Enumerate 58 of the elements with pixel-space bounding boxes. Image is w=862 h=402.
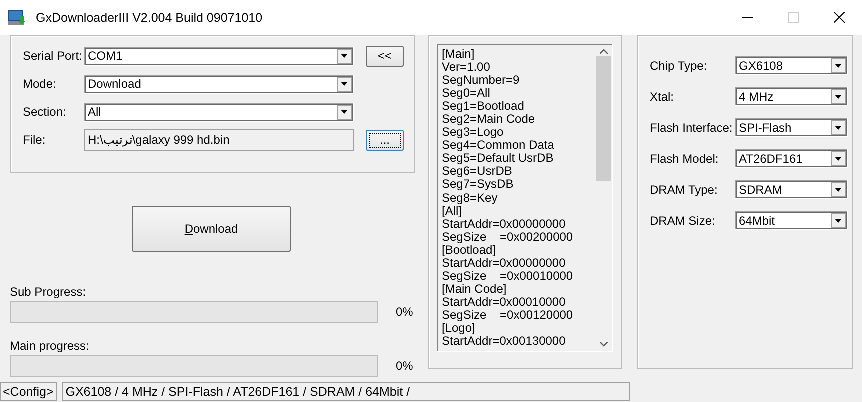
field-label: Xtal:	[650, 90, 676, 104]
config-line: StartAddr=0x00000000	[442, 218, 566, 231]
config-line: Seg0=All	[442, 87, 490, 100]
config-line: StartAddr=0x00130000	[442, 335, 566, 348]
config-line: Seg8=Key	[442, 192, 498, 205]
dropdown-field[interactable]: 64Mbit	[735, 211, 848, 230]
config-line: Ver=1.00	[442, 61, 490, 74]
status-text: GX6108 / 4 MHz / SPI-Flash / AT26DF161 / SDRAM / 64Mbit /	[62, 382, 630, 401]
file-path-field[interactable]: H:\ترتيب\galaxy 999 hd.bin	[84, 129, 354, 151]
download-button[interactable]: Download	[132, 206, 291, 252]
dropdown-field[interactable]: SPI-Flash	[735, 118, 848, 137]
field-label: Chip Type:	[650, 58, 708, 72]
field-label: Section:	[23, 105, 68, 119]
config-line: Seg1=Bootload	[442, 100, 524, 114]
config-line: Seg6=UsrDB	[442, 165, 512, 178]
dropdown-field[interactable]: GX6108	[735, 56, 848, 75]
config-line: Seg3=Logo	[442, 126, 504, 140]
field-label: Flash Interface:	[650, 120, 734, 134]
dropdown-field[interactable]: Download	[84, 74, 354, 94]
dropdown-field[interactable]: All	[84, 102, 354, 122]
config-line: [Main]	[442, 48, 475, 62]
progress-percent: 0%	[396, 305, 414, 319]
progress-label: Sub Progress:	[10, 285, 86, 299]
config-line: SegSize =0x00010000	[442, 270, 574, 283]
collapse-button[interactable]: <<	[366, 46, 404, 66]
config-line: Seg2=Main Code	[442, 113, 536, 126]
browse-button[interactable]: ...	[366, 130, 404, 150]
config-line: StartAddr=0x00000000	[442, 256, 566, 270]
scroll-up-icon[interactable]	[600, 49, 608, 54]
config-line: Seg5=Default UsrDB	[442, 152, 554, 166]
field-label: Flash Model:	[650, 152, 720, 166]
field-label: DRAM Size:	[650, 214, 716, 228]
config-line: SegNumber=9	[442, 74, 520, 88]
progress-percent: 0%	[396, 359, 414, 373]
scrollbar-thumb[interactable]	[596, 56, 611, 181]
config-line: [Logo]	[442, 322, 476, 336]
config-line: Seg7=SysDB	[442, 178, 514, 192]
field-label: File:	[23, 133, 47, 147]
config-line: SegSize =0x00200000	[442, 230, 574, 244]
dropdown-field[interactable]: COM1	[84, 46, 354, 66]
config-line: [Bootload]	[442, 244, 496, 257]
config-line: Seg4=Common Data	[442, 139, 554, 152]
progress-label: Main progress:	[10, 339, 90, 353]
window-title: GxDownloaderIII V2.004 Build 09071010	[36, 10, 264, 24]
status-tag: <Config>	[0, 382, 57, 401]
config-line: [Main Code]	[442, 282, 507, 296]
scroll-down-icon[interactable]	[600, 342, 608, 347]
config-text-area[interactable]	[437, 44, 613, 352]
field-label: Serial Port:	[23, 49, 84, 63]
config-line: StartAddr=0x00010000	[442, 296, 566, 309]
dropdown-field[interactable]: SDRAM	[735, 180, 848, 199]
app-icon	[8, 10, 26, 26]
dropdown-field[interactable]: 4 MHz	[735, 87, 848, 106]
config-line: SegSize =0x00120000	[442, 308, 574, 322]
dropdown-field[interactable]: AT26DF161	[735, 149, 848, 168]
field-label: Mode:	[23, 77, 58, 91]
config-line: [All]	[442, 204, 462, 218]
field-label: DRAM Type:	[650, 182, 719, 196]
